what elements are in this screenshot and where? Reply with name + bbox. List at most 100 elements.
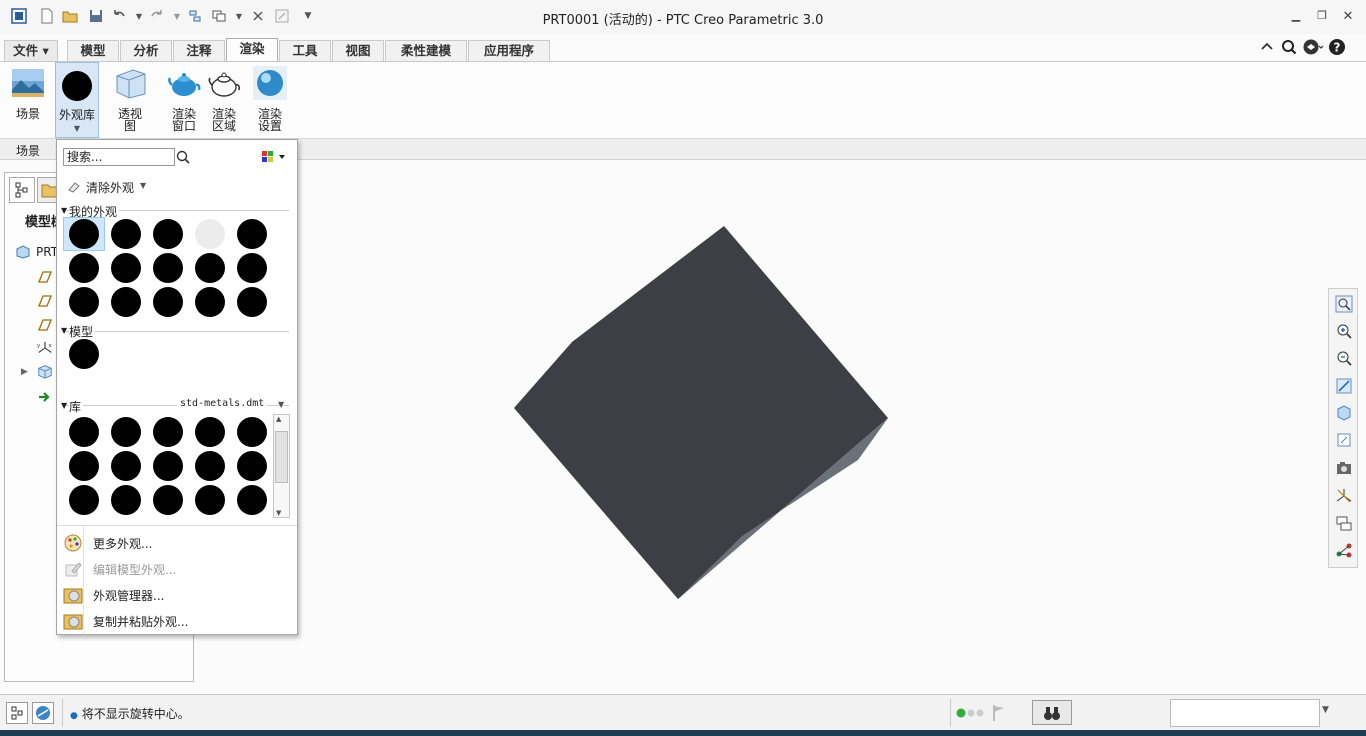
appearance-swatch[interactable] [195, 451, 225, 481]
refit-icon[interactable] [1333, 293, 1355, 315]
scroll-up-icon[interactable]: ▲ [276, 415, 281, 423]
clear-appearance-dropdown-icon[interactable]: ▼ [140, 181, 146, 190]
appearance-swatch[interactable] [195, 485, 225, 515]
maximize-icon[interactable]: ❐ [1314, 9, 1330, 25]
appearance-swatch[interactable] [237, 417, 267, 447]
render-window-button[interactable]: 渲染 窗口 [166, 66, 202, 132]
appearance-swatch[interactable] [153, 417, 183, 447]
copy-paste-appearance-item[interactable]: 复制并粘贴外观... [63, 610, 293, 632]
more-appearances-item[interactable]: 更多外观... [63, 532, 293, 554]
view-options-icon[interactable] [261, 150, 291, 164]
appearance-swatch[interactable] [195, 287, 225, 317]
appearance-swatch[interactable] [69, 485, 99, 515]
appearance-swatch[interactable] [153, 253, 183, 283]
render-region-button[interactable]: 渲染 区域 [206, 66, 242, 132]
filter-dropdown-icon[interactable]: ▼ [1322, 705, 1329, 715]
render-settings-button[interactable]: 渲染 设置 [252, 66, 288, 132]
appearance-swatch[interactable] [153, 219, 183, 249]
appearance-swatch[interactable] [69, 219, 99, 249]
appearance-swatch[interactable] [237, 485, 267, 515]
tab-render[interactable]: 渲染 [226, 38, 278, 61]
appearance-swatch[interactable] [111, 287, 141, 317]
appearance-swatch[interactable] [111, 485, 141, 515]
clear-appearance-button[interactable]: 清除外观 [86, 179, 134, 196]
datum-plane-icon[interactable] [35, 293, 55, 309]
selection-filter[interactable] [1170, 699, 1320, 727]
appearance-swatch[interactable] [69, 253, 99, 283]
display-style-icon[interactable] [1333, 402, 1355, 424]
library-dropdown-icon[interactable]: ▼ [278, 400, 284, 409]
appearance-swatch[interactable] [153, 287, 183, 317]
appearance-swatch[interactable] [111, 219, 141, 249]
appearance-swatch[interactable] [237, 287, 267, 317]
tab-view[interactable]: 视图 [332, 40, 384, 61]
collapse-icon[interactable]: ▼ [61, 401, 67, 410]
appearance-swatch[interactable] [111, 417, 141, 447]
appearance-swatch[interactable] [111, 451, 141, 481]
appearance-swatch[interactable] [69, 287, 99, 317]
library-file-select[interactable]: std-metals.dmt [177, 398, 268, 409]
annotation-display-icon[interactable] [1333, 512, 1355, 534]
minimize-icon[interactable]: ▁ [1288, 9, 1304, 25]
model-tree-root[interactable]: PRT [36, 245, 58, 259]
appearance-swatch[interactable] [237, 219, 267, 249]
zoom-in-icon[interactable] [1333, 320, 1355, 342]
appearance-swatch[interactable] [153, 485, 183, 515]
tab-applications[interactable]: 应用程序 [468, 40, 550, 61]
scroll-down-icon[interactable]: ▼ [276, 509, 281, 517]
search-icon[interactable] [175, 149, 191, 165]
collapse-icon[interactable]: ▼ [61, 326, 67, 335]
tab-annotate[interactable]: 注释 [173, 40, 225, 61]
model-cube-face[interactable] [514, 226, 888, 599]
edit-model-appearances-item[interactable]: 编辑模型外观... [63, 558, 293, 580]
expand-icon[interactable]: ▶ [21, 367, 28, 377]
search-input[interactable]: 搜索... [63, 148, 175, 166]
repaint-icon[interactable] [1333, 375, 1355, 397]
collapse-ribbon-icon[interactable] [1258, 38, 1276, 56]
toggle-navigator-icon[interactable] [6, 702, 28, 724]
appearance-manager-item[interactable]: 外观管理器... [63, 584, 293, 606]
appearance-swatch[interactable] [237, 253, 267, 283]
search-icon[interactable] [1280, 38, 1298, 56]
model-tree-tab-icon[interactable] [9, 177, 35, 203]
appearance-swatch[interactable] [195, 253, 225, 283]
collapse-icon[interactable]: ▼ [61, 206, 67, 215]
datum-plane-icon[interactable] [35, 317, 55, 333]
appearance-swatch[interactable] [69, 451, 99, 481]
scrollbar-thumb[interactable] [275, 431, 288, 483]
appearance-swatch[interactable] [153, 451, 183, 481]
appearance-swatch[interactable] [111, 253, 141, 283]
appearance-swatch[interactable] [69, 417, 99, 447]
tab-model[interactable]: 模型 [67, 40, 119, 61]
appearance-swatch[interactable] [69, 339, 99, 369]
find-button[interactable] [1032, 700, 1072, 725]
community-icon[interactable] [1302, 38, 1324, 56]
library-scrollbar[interactable]: ▲ ▼ [273, 414, 290, 518]
view-manager-icon[interactable] [1333, 457, 1355, 479]
datum-plane-icon[interactable] [35, 269, 55, 285]
perspective-button[interactable]: 透视 图 [112, 66, 148, 132]
datum-display-icon[interactable] [1333, 485, 1355, 507]
tab-flexible-modeling[interactable]: 柔性建模 [385, 40, 467, 61]
help-icon[interactable]: ? [1328, 38, 1346, 56]
insert-here-arrow-icon[interactable] [35, 389, 55, 405]
coordinate-system-icon[interactable]: yx [35, 340, 55, 356]
graphics-window[interactable] [196, 160, 1326, 690]
spin-center-icon[interactable] [1333, 539, 1355, 561]
close-icon[interactable]: ✕ [1340, 9, 1356, 25]
extrude-feature-icon[interactable] [35, 363, 55, 379]
tab-analysis[interactable]: 分析 [120, 40, 172, 61]
tab-tools[interactable]: 工具 [279, 40, 331, 61]
regeneration-status-icon[interactable] [956, 707, 986, 719]
appearance-swatch[interactable] [237, 451, 267, 481]
appearance-library-button[interactable]: 外观库 ▼ [55, 62, 99, 138]
part-icon [16, 245, 30, 259]
appearance-swatch[interactable] [195, 417, 225, 447]
tab-file[interactable]: 文件 ▾ [4, 40, 58, 61]
appearance-swatch[interactable] [195, 219, 225, 249]
scene-button[interactable]: 场景 [10, 66, 46, 120]
flag-icon[interactable] [992, 704, 1006, 722]
saved-orientations-icon[interactable] [1333, 429, 1355, 451]
toggle-browser-icon[interactable] [32, 702, 54, 724]
zoom-out-icon[interactable] [1333, 347, 1355, 369]
